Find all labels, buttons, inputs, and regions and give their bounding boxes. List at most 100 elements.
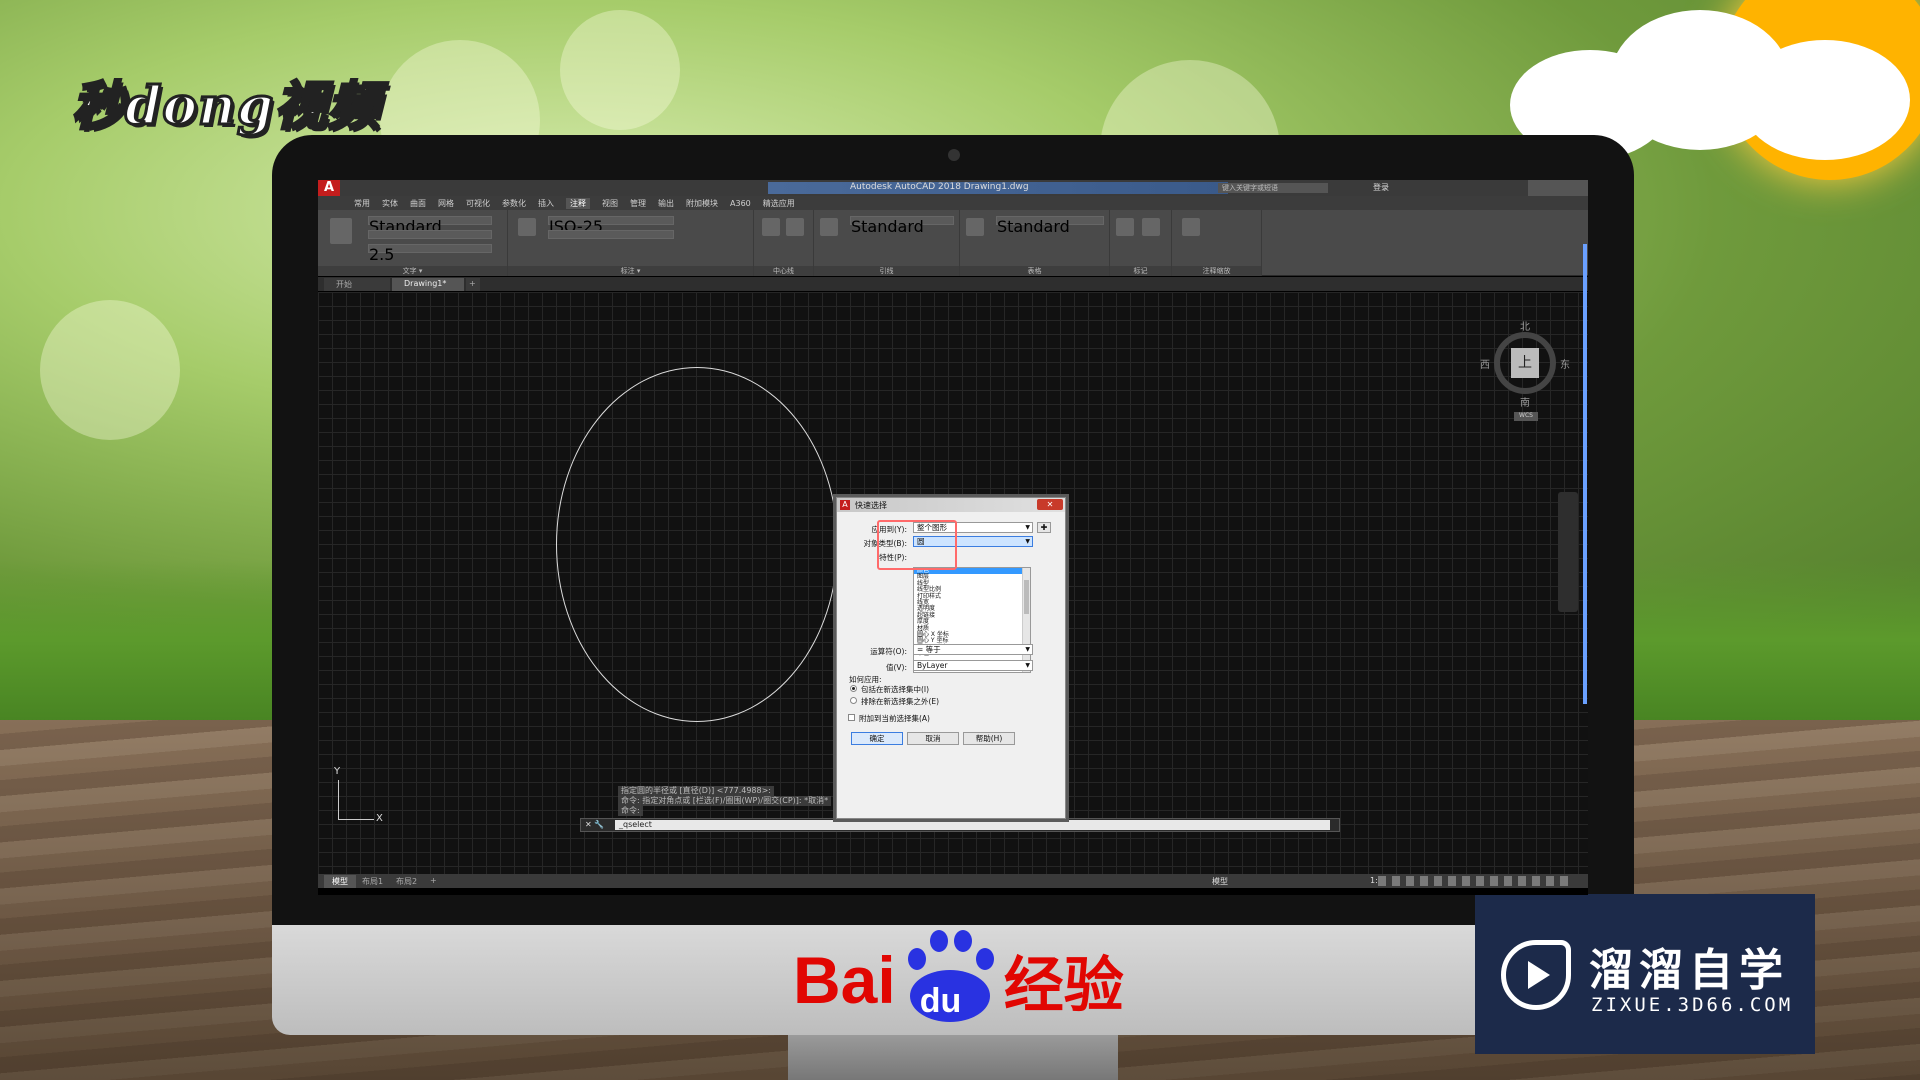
viewcube-east[interactable]: 东 [1560, 356, 1570, 371]
dimension-icon[interactable] [518, 218, 536, 236]
tab-drawing1[interactable]: Drawing1* [392, 278, 464, 291]
ribbon-tab-item[interactable]: 实体 [382, 198, 398, 209]
multileader-icon[interactable] [820, 218, 838, 236]
ribbon-panel-label: 标注 ▾ [508, 266, 753, 276]
play-icon [1501, 940, 1571, 1010]
value-select[interactable]: ByLayer ▼ [913, 660, 1033, 671]
chevron-down-icon: ▼ [1025, 524, 1030, 531]
window-controls[interactable] [1528, 180, 1588, 196]
text-style-combo[interactable]: Standard [368, 216, 492, 236]
dim-layer-combo[interactable] [548, 230, 674, 239]
sign-in-button[interactable]: 登录 [1373, 182, 1389, 193]
command-history-line: 命令: [618, 806, 643, 816]
ribbon-tabs: 常用 实体 曲面 网格 可视化 参数化 插入 注释 视图 管理 输出 附加模块 A360 精选应用 [318, 196, 1588, 210]
viewcube-west[interactable]: 西 [1480, 356, 1490, 371]
ribbon-tab-item[interactable]: 管理 [630, 198, 646, 209]
command-line: ✕ 🔧 _qselect [580, 818, 1340, 832]
wipeout-icon[interactable] [1142, 218, 1160, 236]
chevron-down-icon: ▼ [1025, 538, 1030, 545]
command-history: 指定圆的半径或 [直径(D)] <777.4988>: 命令: 指定对角点或 [… [618, 786, 832, 816]
zixue-title: 溜溜自学 [1589, 945, 1789, 996]
multiline-text-icon[interactable] [330, 218, 352, 244]
properties-listbox[interactable]: 颜色 图层 线型 线型比例 打印样式 线宽 透明度 超链接 厚度 材质 圆心 X 坐标 圆心 Y 坐标… [913, 567, 1031, 673]
layout-tabs: 模型 布局1 布局2 + 模型 1:1 [318, 874, 1588, 888]
viewcube-top-face[interactable]: 上 [1511, 348, 1539, 378]
value-value: ByLayer [917, 661, 948, 670]
centerline-icon[interactable] [786, 218, 804, 236]
ribbon-tab-item[interactable]: 附加模块 [686, 198, 718, 209]
autocad-logo-icon: A [840, 500, 850, 510]
ribbon-panel-text: Standard 2.5 文字 ▾ [318, 210, 508, 276]
table-style-combo[interactable]: Standard [996, 216, 1104, 236]
baidu-jingyan-text: 经验 [1003, 950, 1124, 1021]
tab-start[interactable]: 开始 [324, 278, 390, 291]
dialog-title-bar[interactable]: A 快速选择 ✕ [837, 498, 1065, 512]
operator-select[interactable]: = 等于 ▼ [913, 644, 1033, 655]
navigation-bar[interactable] [1558, 492, 1578, 612]
viewcube-south[interactable]: 南 [1520, 394, 1530, 409]
webcam [948, 149, 960, 161]
close-icon[interactable]: ✕ [1037, 499, 1063, 510]
dim-style-combo[interactable]: ISO-25 [548, 216, 674, 236]
select-objects-button[interactable]: ✚ [1037, 522, 1051, 533]
scale-list-icon[interactable] [1182, 218, 1200, 236]
wcs-menu[interactable]: WCS [1514, 412, 1538, 421]
ribbon-tab-item[interactable]: 注释 [566, 197, 590, 209]
autocad-window: A Autodesk AutoCAD 2018 Drawing1.dwg 键入关… [318, 180, 1588, 895]
ribbon-tab-item[interactable]: 网格 [438, 198, 454, 209]
ucs-icon: Y X [328, 766, 388, 832]
append-checkbox[interactable] [848, 714, 855, 721]
tab-layout2[interactable]: 布局2 [388, 875, 425, 888]
table-icon[interactable] [966, 218, 984, 236]
help-button[interactable]: 帮助(H) [963, 732, 1015, 745]
baidu-paw-icon: du [900, 930, 1000, 1030]
ribbon-panel-markup: 标记 [1110, 210, 1172, 276]
exclude-radio[interactable] [850, 697, 857, 704]
ribbon-tab-item[interactable]: 常用 [354, 198, 370, 209]
ribbon-panel-label: 表格 [960, 266, 1109, 276]
circle-entity[interactable] [556, 367, 838, 722]
command-input[interactable]: _qselect [615, 820, 1330, 830]
ribbon-tab-item[interactable]: 输出 [658, 198, 674, 209]
add-layout-button[interactable]: + [422, 875, 445, 886]
ribbon-tab-item[interactable]: 视图 [602, 198, 618, 209]
command-history-line: 命令: 指定对角点或 [栏选(F)/圈围(WP)/圈交(CP)]: *取消* [618, 796, 832, 806]
ribbon-tab-item[interactable]: 曲面 [410, 198, 426, 209]
ribbon-tab-item[interactable]: 插入 [538, 198, 554, 209]
ribbon-tab-item[interactable]: 精选应用 [763, 198, 795, 209]
model-space-status[interactable]: 模型 [1204, 875, 1236, 888]
ok-button[interactable]: 确定 [851, 732, 903, 745]
title-bar: A Autodesk AutoCAD 2018 Drawing1.dwg 键入关… [318, 180, 1588, 198]
new-tab-button[interactable]: + [466, 278, 480, 291]
include-label: 包括在新选择集中(I) [861, 685, 930, 694]
find-text-input[interactable] [368, 230, 492, 239]
bokeh-light [560, 10, 680, 130]
viewcube[interactable]: 北 西 东 南 上 WCS [1480, 318, 1570, 428]
include-radio[interactable] [850, 685, 857, 692]
zixue-watermark: 溜溜自学 ZIXUE.3D66.COM [1475, 894, 1815, 1054]
ribbon-panel-centerline: 中心线 [754, 210, 814, 276]
vertical-scrollbar[interactable] [1583, 244, 1587, 704]
listbox-scrollbar[interactable] [1022, 568, 1030, 672]
text-height-combo[interactable]: 2.5 [368, 244, 492, 264]
ribbon-tab-item[interactable]: A360 [730, 199, 751, 208]
tab-model[interactable]: 模型 [324, 875, 356, 888]
ribbon-tab-item[interactable]: 参数化 [502, 198, 526, 209]
ribbon-panel-dimension: ISO-25 标注 ▾ [508, 210, 754, 276]
cancel-button[interactable]: 取消 [907, 732, 959, 745]
exclude-label: 排除在新选择集之外(E) [861, 697, 940, 706]
center-mark-icon[interactable] [762, 218, 780, 236]
viewcube-north[interactable]: 北 [1520, 318, 1530, 333]
markup-icon[interactable] [1116, 218, 1134, 236]
status-bar-toggles[interactable] [1378, 876, 1568, 886]
drawing-canvas[interactable]: 北 西 东 南 上 WCS Y X 指定圆的半径或 [直径(D)] <777.4… [318, 292, 1588, 874]
help-search-input[interactable]: 键入关键字或短语 [1218, 183, 1328, 193]
file-tabs: 开始 Drawing1* + [318, 277, 1588, 291]
command-close-icon[interactable]: ✕ 🔧 [585, 820, 604, 829]
bokeh-light [40, 300, 180, 440]
zixue-url: ZIXUE.3D66.COM [1591, 994, 1794, 1016]
ribbon-tab-item[interactable]: 可视化 [466, 198, 490, 209]
leader-style-combo[interactable]: Standard [850, 216, 954, 236]
tab-layout1[interactable]: 布局1 [354, 875, 391, 888]
quick-select-dialog: A 快速选择 ✕ 应用到(Y): 整个图形 ▼ ✚ 对象类型(B): 圆 ▼ 特性(… [836, 497, 1066, 819]
